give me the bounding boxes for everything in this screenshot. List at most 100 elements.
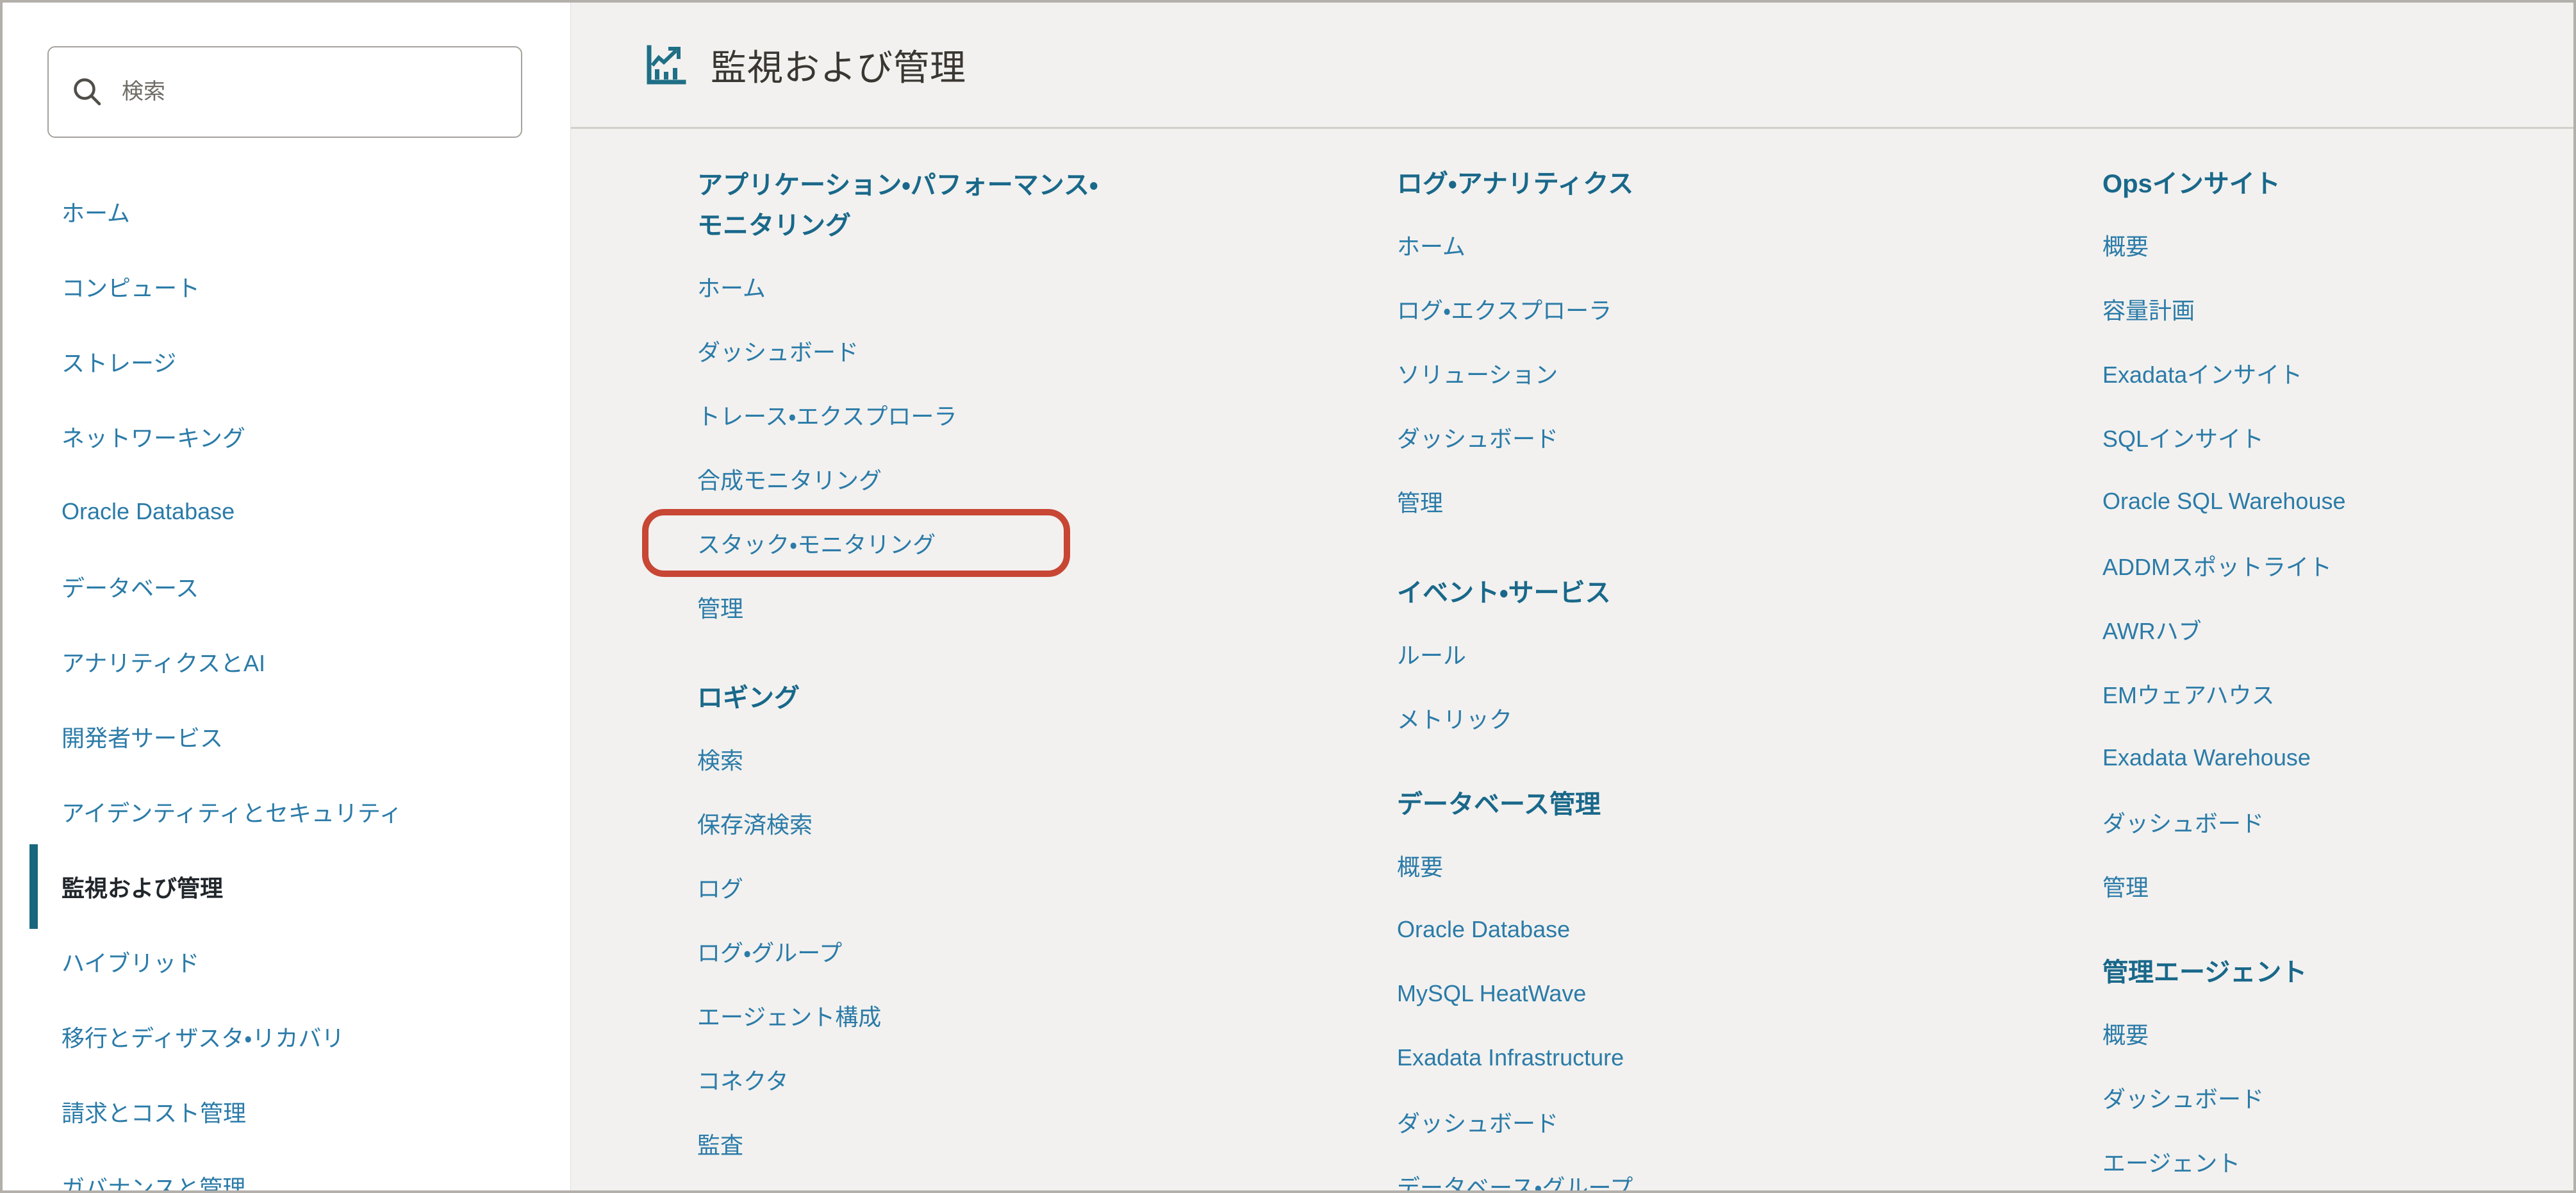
- menu-item[interactable]: メトリック: [1397, 686, 1884, 750]
- menu-item-label: 検索: [697, 742, 743, 776]
- sidebar-item-3[interactable]: ストレージ: [3, 324, 570, 399]
- sidebar-item-label: データベース: [62, 570, 199, 603]
- menu-item[interactable]: SQLインサイト: [2102, 405, 2576, 469]
- section-items: 概要ダッシュボードエージェント: [2102, 1001, 2576, 1193]
- menu-item[interactable]: トレース・エクスプローラ: [697, 383, 1123, 447]
- menu-item[interactable]: エージェント構成: [697, 983, 1123, 1047]
- menu-section: ログ・アナリティクスホームログ・エクスプローラソリューションダッシュボード管理: [1397, 156, 1884, 533]
- menu-item[interactable]: スタック・モニタリング: [697, 511, 1123, 575]
- menu-item-label: Exadata Infrastructure: [1397, 1044, 1624, 1071]
- sidebar-nav: ホームコンピュートストレージネットワーキングOracle Database データ…: [3, 3, 570, 1193]
- menu-item-label: トレース・エクスプローラ: [697, 398, 957, 431]
- menu-item-label: ダッシュボード: [2102, 805, 2264, 838]
- menu-item[interactable]: Oracle SQL Warehouse: [2102, 469, 2576, 533]
- menu-item[interactable]: ADDMスポットライト: [2102, 533, 2576, 597]
- menu-item-label: ログ・グループ: [697, 935, 842, 968]
- sidebar-item-6[interactable]: データベース: [3, 549, 570, 624]
- sidebar-item-label: 監視および管理: [62, 870, 223, 903]
- page-header: 監視および管理: [571, 3, 2573, 129]
- sidebar-item-5[interactable]: Oracle Database: [3, 474, 570, 549]
- menu-item-label: 管理: [2102, 869, 2149, 903]
- menu-panel: アプリケーション・パフォーマンス・モニタリングホームダッシュボードトレース・エク…: [571, 131, 2573, 1190]
- sidebar-item-label: アイデンティティとセキュリティ: [62, 795, 402, 828]
- sidebar-item-14[interactable]: ガバナンスと管理: [3, 1149, 570, 1193]
- menu-item[interactable]: ルール: [1397, 622, 1884, 686]
- sidebar-item-4[interactable]: ネットワーキング: [3, 399, 570, 474]
- menu-item[interactable]: ダッシュボード: [697, 319, 1123, 383]
- menu-item[interactable]: ソリューション: [1397, 341, 1884, 405]
- section-items: 概要容量計画Exadataインサイト SQLインサイト Oracle SQL War…: [2102, 213, 2576, 918]
- menu-item[interactable]: Exadata Infrastructure: [1397, 1026, 1884, 1090]
- menu-item[interactable]: EMウェアハウス: [2102, 662, 2576, 726]
- menu-section: イベント・サービスルールメトリック: [1397, 565, 1884, 750]
- menu-section: 管理エージェント概要ダッシュボードエージェント: [2102, 945, 2576, 1193]
- menu-item-label: エージェント構成: [697, 999, 881, 1032]
- menu-item[interactable]: Exadata Warehouse: [2102, 726, 2576, 790]
- menu-item[interactable]: ダッシュボード: [1397, 405, 1884, 469]
- oci-console-menu-page: ホームコンピュートストレージネットワーキングOracle Databaseデータ…: [0, 0, 2576, 1193]
- menu-item-label: ダッシュボード: [1397, 421, 1558, 454]
- menu-item[interactable]: コネクタ: [697, 1047, 1123, 1112]
- menu-item-label: ダッシュボード: [2102, 1081, 2264, 1114]
- menu-item[interactable]: 概要: [2102, 1001, 2576, 1065]
- menu-item[interactable]: 管理: [2102, 854, 2576, 918]
- page-title: 監視および管理: [711, 39, 966, 91]
- menu-item-label: EMウェアハウス: [2102, 677, 2275, 710]
- menu-item-label: ホーム: [697, 270, 766, 303]
- menu-item[interactable]: 概要: [2102, 213, 2576, 277]
- menu-item[interactable]: 検索: [697, 727, 1123, 791]
- sidebar-item-label: アナリティクスとAI: [62, 645, 265, 678]
- menu-item[interactable]: データベース・グループ: [1397, 1154, 1884, 1193]
- menu-item-label: 監査: [697, 1127, 743, 1160]
- sidebar-item-8[interactable]: 開発者サービス: [3, 699, 570, 774]
- menu-item[interactable]: 管理: [697, 575, 1123, 639]
- menu-item[interactable]: Oracle Database: [1397, 897, 1884, 962]
- menu-item[interactable]: ログ・エクスプローラ: [1397, 277, 1884, 341]
- section-title[interactable]: Opsインサイト: [2102, 156, 2576, 213]
- section-title[interactable]: 管理エージェント: [2102, 945, 2576, 1001]
- menu-item-label: ソリューション: [1397, 356, 1558, 390]
- menu-item[interactable]: ダッシュボード: [2102, 1065, 2576, 1130]
- menu-item-label: ログ・エクスプローラ: [1397, 292, 1612, 326]
- sidebar-item-2[interactable]: コンピュート: [3, 249, 570, 324]
- menu-item[interactable]: 保存済検索: [697, 791, 1123, 855]
- section-title[interactable]: ロギング: [697, 671, 1123, 727]
- sidebar-item-label: ホーム: [62, 195, 130, 228]
- menu-item-label: 管理: [1397, 485, 1443, 518]
- menu-item[interactable]: 管理: [1397, 469, 1884, 533]
- section-title[interactable]: ログ・アナリティクス: [1397, 156, 1884, 213]
- search-input[interactable]: [120, 79, 482, 105]
- sidebar-item-13[interactable]: 請求とコスト管理: [3, 1074, 570, 1149]
- menu-item[interactable]: AWRハブ: [2102, 597, 2576, 662]
- menu-item[interactable]: 監査: [697, 1112, 1123, 1176]
- menu-item-label: SQLインサイト: [2102, 421, 2264, 454]
- section-title[interactable]: イベント・サービス: [1397, 565, 1884, 622]
- menu-item[interactable]: ダッシュボード: [1397, 1090, 1884, 1154]
- menu-item[interactable]: MySQL HeatWave: [1397, 962, 1884, 1026]
- sidebar-item-10[interactable]: 監視および管理: [3, 849, 570, 924]
- section-title[interactable]: アプリケーション・パフォーマンス・モニタリング: [697, 158, 1123, 254]
- menu-item[interactable]: ホーム: [1397, 213, 1884, 277]
- menu-item[interactable]: エージェント: [2102, 1130, 2576, 1193]
- menu-item[interactable]: ダッシュボード: [2102, 790, 2576, 854]
- section-title[interactable]: データベース管理: [1397, 777, 1884, 833]
- menu-item-label: コネクタ: [697, 1063, 789, 1096]
- menu-item[interactable]: 概要: [1397, 833, 1884, 897]
- menu-section: Opsインサイト概要容量計画Exadataインサイト SQLインサイト Oracle…: [2102, 156, 2576, 918]
- menu-item[interactable]: 合成モニタリング: [697, 447, 1123, 511]
- menu-item[interactable]: ホーム: [697, 254, 1123, 319]
- menu-section: データベース管理概要Oracle DatabaseMySQL HeatWave E…: [1397, 777, 1884, 1193]
- sidebar-item-label: ハイブリッド: [62, 945, 199, 978]
- sidebar-item-9[interactable]: アイデンティティとセキュリティ: [3, 774, 570, 849]
- menu-item[interactable]: ログ: [697, 855, 1123, 919]
- sidebar-item-7[interactable]: アナリティクスとAI: [3, 624, 570, 699]
- menu-item[interactable]: 容量計画: [2102, 277, 2576, 341]
- menu-item[interactable]: Exadataインサイト: [2102, 341, 2576, 405]
- search-box: [47, 46, 522, 138]
- menu-item[interactable]: ログ・グループ: [697, 919, 1123, 983]
- sidebar-item-1[interactable]: ホーム: [3, 174, 570, 249]
- menu-item-label: Oracle SQL Warehouse: [2102, 488, 2346, 515]
- sidebar-item-11[interactable]: ハイブリッド: [3, 924, 570, 999]
- menu-item-label: ダッシュボード: [1397, 1105, 1558, 1139]
- sidebar-item-12[interactable]: 移行とディザスタ・リカバリ: [3, 999, 570, 1074]
